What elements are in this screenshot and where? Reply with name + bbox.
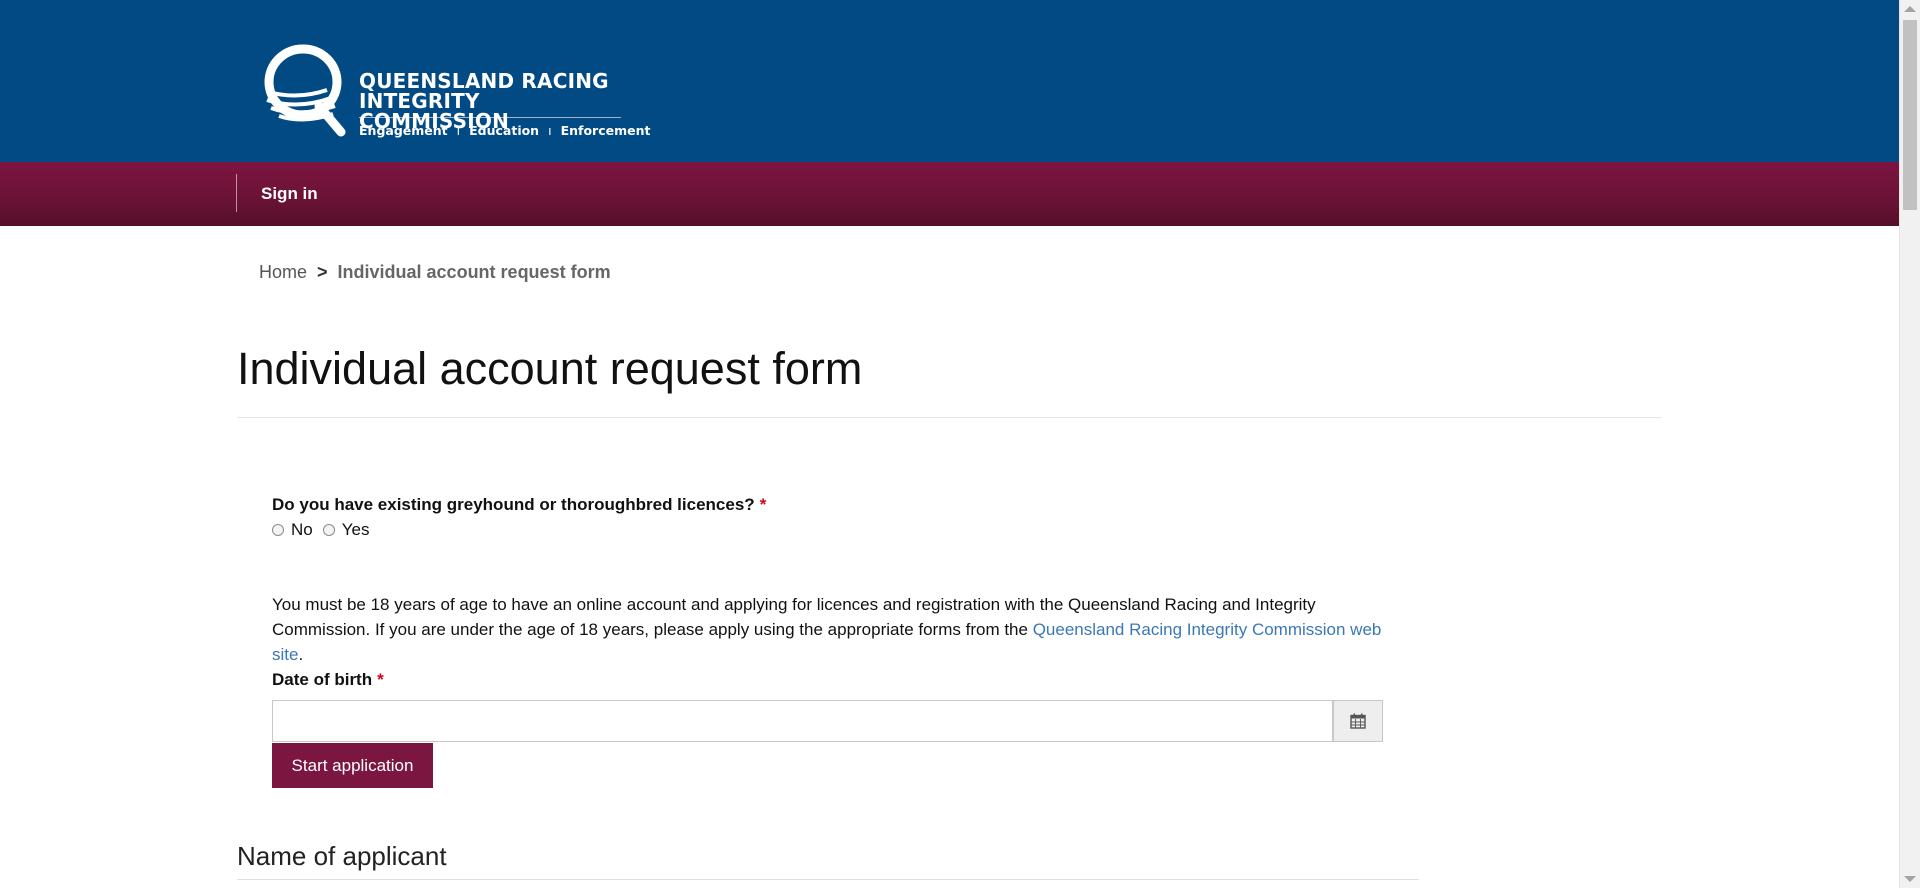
tagline-education: Education xyxy=(469,123,540,138)
licence-question-label: Do you have existing greyhound or thorou… xyxy=(272,494,766,516)
licence-radio-group: No Yes xyxy=(272,519,379,541)
dob-label: Date of birth * xyxy=(272,669,384,691)
title-divider xyxy=(237,417,1661,418)
qric-logo[interactable]: QUEENSLAND RACING INTEGRITY COMMISSION E… xyxy=(257,38,650,146)
tagline-enforcement: Enforcement xyxy=(560,123,651,138)
start-application-button[interactable]: Start application xyxy=(272,743,433,788)
radio-no[interactable] xyxy=(272,524,284,536)
breadcrumb-current: Individual account request form xyxy=(337,262,611,282)
licence-question-text: Do you have existing greyhound or thorou… xyxy=(272,495,755,514)
radio-no-label[interactable]: No xyxy=(291,519,313,541)
page-scrollbar[interactable] xyxy=(1899,0,1920,888)
radio-yes[interactable] xyxy=(322,524,335,536)
dob-input[interactable] xyxy=(272,700,1333,742)
scroll-down-arrow-icon[interactable] xyxy=(1904,876,1916,882)
breadcrumb-home-link[interactable]: Home xyxy=(259,262,307,282)
tagline-separator: ı xyxy=(456,123,461,138)
age-notice: You must be 18 years of age to have an o… xyxy=(272,592,1392,667)
page-title: Individual account request form xyxy=(237,343,863,394)
scrollbar-thumb[interactable] xyxy=(1903,20,1917,210)
logo-divider xyxy=(359,117,621,118)
calendar-icon xyxy=(1350,713,1366,729)
dob-label-text: Date of birth xyxy=(272,670,373,689)
sign-in-link[interactable]: Sign in xyxy=(261,182,318,206)
breadcrumb: Home > Individual account request form xyxy=(259,261,611,283)
scroll-up-arrow-icon[interactable] xyxy=(1904,6,1916,12)
qric-logo-mark-icon xyxy=(264,44,346,137)
breadcrumb-separator: > xyxy=(317,262,328,282)
calendar-button[interactable] xyxy=(1333,700,1383,742)
main-nav: Sign in xyxy=(0,162,1900,226)
age-notice-end: . xyxy=(298,645,304,664)
site-header: QUEENSLAND RACING INTEGRITY COMMISSION E… xyxy=(0,0,1900,162)
section-divider xyxy=(237,879,1419,880)
tagline-engagement: Engagement xyxy=(359,123,448,138)
logo-tagline: Engagement ı Education ı Enforcement xyxy=(359,123,650,138)
required-marker: * xyxy=(759,495,767,514)
radio-yes-label[interactable]: Yes xyxy=(342,519,370,541)
nav-divider xyxy=(236,174,237,212)
section-title-name-of-applicant: Name of applicant xyxy=(237,841,447,871)
logo-title: QUEENSLAND RACING INTEGRITY COMMISSION xyxy=(359,71,627,131)
logo-line-1: QUEENSLAND RACING xyxy=(359,69,609,93)
tagline-separator: ı xyxy=(548,123,552,138)
required-marker: * xyxy=(377,670,384,689)
